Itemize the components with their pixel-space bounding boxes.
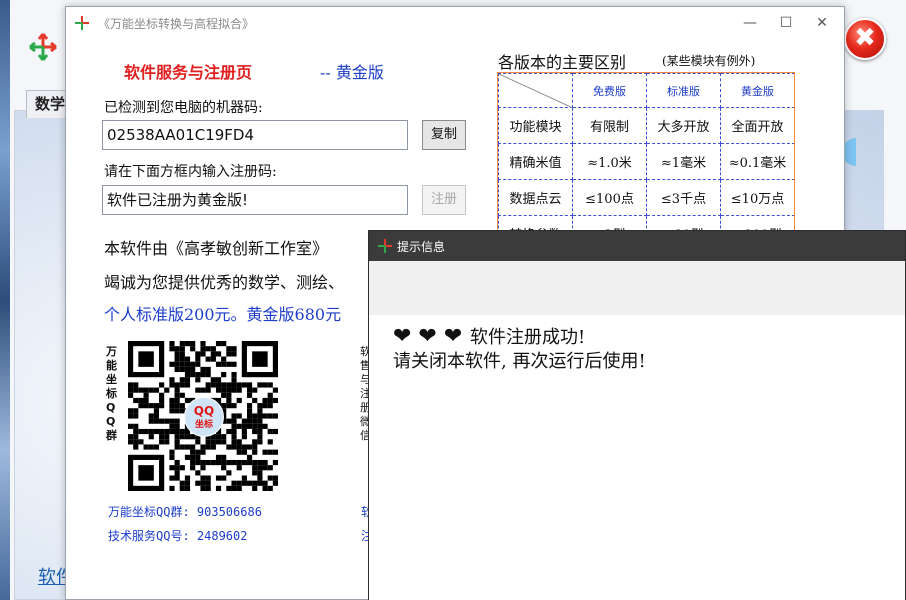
machine-code-field[interactable]: 02538AA01C19FD4	[102, 120, 408, 150]
comparison-note: (某些模块有例外)	[662, 54, 756, 68]
window-title: 《万能坐标转换与高程拟合》	[98, 17, 255, 31]
table-cell: ≈1.0米	[572, 143, 647, 180]
table-row: 功能模块 有限制 大多开放 全面开放	[498, 107, 795, 144]
table-cell: ≤3千点	[646, 179, 721, 216]
row-label: 精确米值	[498, 143, 573, 180]
app-icon	[75, 16, 89, 30]
comparison-table: 免费版 标准版 黄金版 功能模块 有限制 大多开放 全面开放 精确米值 ≈1.0…	[498, 73, 795, 252]
col-standard: 标准版	[646, 73, 721, 108]
close-button[interactable]: ✕	[810, 13, 834, 33]
qr-badge-top: QQ	[193, 404, 215, 418]
row-label: 数据点云	[498, 179, 573, 216]
app-logo-icon	[29, 33, 57, 61]
dialog-top-strip	[369, 261, 905, 315]
page-title: 软件服务与注册页	[124, 63, 253, 82]
intro-line-2: 竭诚为您提供优秀的数学、测绘、	[104, 273, 345, 292]
table-cell: ≈0.1毫米	[720, 143, 795, 180]
qr-badge: QQ 坐标	[184, 397, 224, 437]
main-bottom-link[interactable]: 软件	[38, 563, 66, 589]
reg-code-field[interactable]: 软件已注册为黄金版!	[102, 185, 408, 215]
table-row: 精确米值 ≈1.0米 ≈1毫米 ≈0.1毫米	[498, 143, 795, 180]
table-cell: 全面开放	[720, 107, 795, 144]
qq-service-text: 技术服务QQ号: 2489602	[108, 529, 248, 543]
registration-titlebar[interactable]: 《万能坐标转换与高程拟合》 — ☐ ✕	[66, 7, 844, 39]
desktop-edge	[0, 0, 10, 600]
table-cell: ≈1毫米	[646, 143, 721, 180]
machine-code-label: 已检测到您电脑的机器码:	[104, 100, 263, 116]
success-message: ❤ ❤ ❤ 软件注册成功!	[393, 323, 585, 349]
table-cell: ≤10万点	[720, 179, 795, 216]
prompt-dialog: 提示信息 ❤ ❤ ❤ 软件注册成功! 请关闭本软件, 再次运行后使用!	[368, 230, 906, 600]
success-text: 软件注册成功!	[470, 327, 586, 348]
maximize-button[interactable]: ☐	[774, 13, 798, 33]
app-icon	[378, 239, 392, 253]
copy-button[interactable]: 复制	[422, 120, 466, 150]
minimize-button[interactable]: —	[738, 13, 762, 33]
col-free: 免费版	[572, 73, 647, 108]
main-tab-math[interactable]: 数学	[26, 90, 66, 118]
row-label: 功能模块	[498, 107, 573, 144]
reg-code-label: 请在下面方框内输入注册码:	[104, 164, 277, 180]
col-gold: 黄金版	[720, 73, 795, 108]
intro-line-1: 本软件由《高孝敏创新工作室》	[104, 239, 329, 258]
table-corner-cell	[498, 73, 573, 108]
dialog-titlebar[interactable]: 提示信息	[369, 231, 905, 261]
table-row: 数据点云 ≤100点 ≤3千点 ≤10万点	[498, 179, 795, 216]
comparison-title: 各版本的主要区别	[498, 53, 627, 72]
table-cell: ≤100点	[572, 179, 647, 216]
dialog-title: 提示信息	[397, 240, 446, 254]
diagonal-line	[499, 74, 573, 108]
table-header-row: 免费版 标准版 黄金版	[498, 73, 795, 108]
exit-app-button[interactable]: ✖	[844, 18, 886, 60]
heart-icons: ❤ ❤ ❤	[393, 324, 463, 349]
qr-group-label: 万能坐标QQ群	[106, 345, 117, 442]
edition-label: -- 黄金版	[320, 63, 384, 82]
qr-badge-bottom: 坐标	[194, 420, 213, 430]
price-line: 个人标准版200元。黄金版680元	[104, 305, 342, 324]
register-button[interactable]: 注册	[422, 185, 466, 215]
table-cell: 大多开放	[646, 107, 721, 144]
qq-group-text: 万能坐标QQ群: 903506686	[108, 505, 262, 519]
table-cell: 有限制	[572, 107, 647, 144]
restart-message: 请关闭本软件, 再次运行后使用!	[393, 351, 646, 372]
